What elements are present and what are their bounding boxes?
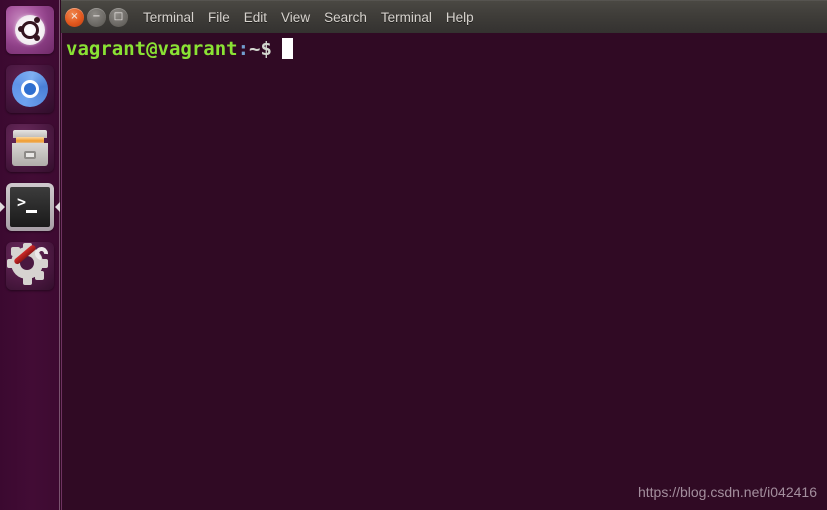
chromium-icon [6, 64, 54, 113]
maximize-icon: □ [113, 11, 124, 22]
launcher-item-system-settings[interactable] [0, 236, 60, 295]
maximize-button[interactable]: □ [109, 7, 128, 27]
menu-item-edit[interactable]: Edit [244, 10, 267, 25]
gear-tooth [35, 270, 44, 280]
menu-item-help[interactable]: Help [446, 10, 474, 25]
terminal-icon: > [6, 182, 54, 231]
terminal-screen[interactable]: vagrant@vagrant:~$ https://blog.csdn.net… [61, 33, 827, 510]
launcher-item-terminal[interactable]: > [0, 177, 60, 236]
files-icon [6, 123, 54, 172]
launcher-item-chromium[interactable] [0, 59, 60, 118]
menu-item-view[interactable]: View [281, 10, 310, 25]
menu-item-terminal[interactable]: Terminal [381, 10, 432, 25]
minimize-button[interactable]: − [87, 7, 106, 27]
running-app-arrow-icon [0, 201, 5, 212]
ubuntu-logo-dot [18, 25, 24, 32]
menu-item-file[interactable]: File [208, 10, 230, 25]
unity-launcher: > [0, 0, 60, 510]
cabinet-handle [24, 150, 36, 159]
terminal-icon-prompt-arrow: > [17, 192, 27, 211]
terminal-cursor [281, 38, 293, 59]
launcher-item-ubuntu-dash[interactable] [0, 0, 60, 59]
ubuntu-logo-dot [34, 34, 40, 41]
terminal-icon-screen: > [10, 186, 50, 227]
prompt-separator: : [237, 38, 250, 60]
prompt-sigil: $ [260, 38, 272, 60]
gear-tooth [11, 246, 20, 256]
terminal-window: × − □ Terminal File Edit View Search Ter… [61, 0, 827, 510]
focused-app-arrow-icon [55, 201, 60, 212]
prompt-path: ~ [249, 38, 261, 60]
launcher-item-files[interactable] [0, 118, 60, 177]
menu-item-search[interactable]: Search [324, 10, 367, 25]
prompt-user-host: vagrant@vagrant [66, 38, 238, 60]
menu-bar: Terminal File Edit View Search Terminal … [143, 10, 474, 25]
gear-tooth [23, 275, 32, 285]
menu-item-terminal-app[interactable]: Terminal [143, 10, 194, 25]
ubuntu-dash-icon [6, 5, 54, 54]
chromium-center [21, 79, 39, 98]
close-button[interactable]: × [65, 7, 84, 27]
watermark-text: https://blog.csdn.net/i042416 [637, 484, 817, 500]
window-controls: × − □ [65, 7, 128, 27]
close-icon: × [70, 11, 79, 22]
minimize-icon: − [92, 11, 101, 22]
ubuntu-logo-dot [34, 16, 40, 23]
terminal-prompt-line: vagrant@vagrant:~$ [66, 37, 293, 62]
window-titlebar: × − □ Terminal File Edit View Search Ter… [61, 0, 827, 33]
system-settings-icon [6, 241, 54, 290]
terminal-icon-prompt-bar [26, 209, 37, 213]
